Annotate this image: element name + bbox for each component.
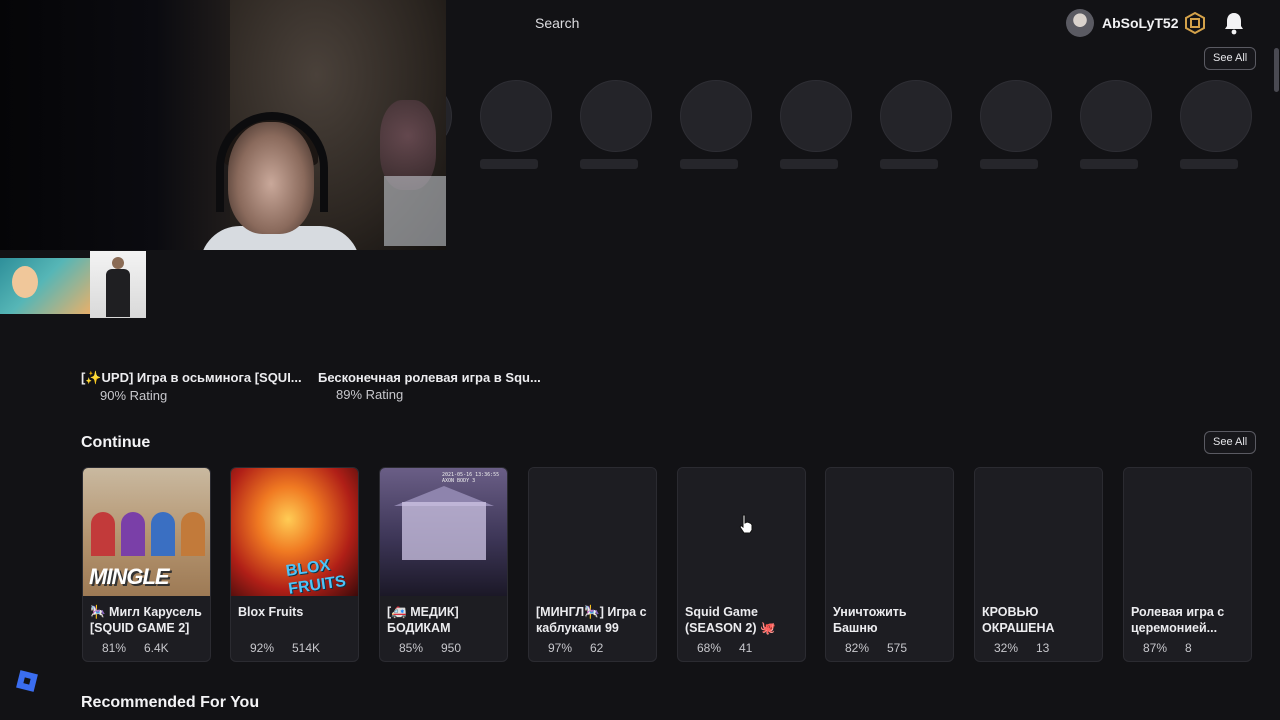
friend-placeholder[interactable] [480, 80, 552, 169]
avatar[interactable] [1066, 9, 1094, 37]
card-rating: 32% [994, 641, 1019, 655]
game-thumbnail [529, 468, 656, 596]
card-rating: 85% [399, 641, 424, 655]
game-rating: 90% Rating [100, 388, 168, 403]
webcam-overlay [0, 0, 446, 250]
continue-game-card[interactable]: BLOX FRUITS Blox Fruits 92% 514K [230, 467, 359, 662]
game-rating: 89% Rating [336, 387, 404, 402]
user-profile[interactable]: AbSoLyT52 [1066, 9, 1179, 37]
card-title: КРОВЬЮ ОКРАШЕНА [982, 605, 1055, 635]
game-thumbnail [975, 468, 1102, 596]
recommended-section-title: Recommended For You [81, 694, 260, 711]
card-players: 8 [1185, 641, 1192, 655]
card-players: 950 [441, 641, 462, 655]
card-players: 6.4K [144, 641, 169, 655]
game-tile[interactable]: Бесконечная ролевая игра в Squ... 89% Ra… [318, 370, 541, 402]
card-players: 514K [292, 641, 321, 655]
thumbnail-text: MINGLE [89, 564, 170, 589]
game-tile[interactable]: [✨UPD] Игра в осьминога [SQUI... 90% Rat… [81, 370, 302, 403]
card-title: Ролевая игра с церемонией... [1131, 605, 1225, 635]
card-rating: 82% [845, 641, 870, 655]
game-thumbnail: BLOX FRUITS [231, 468, 358, 598]
friend-placeholder[interactable] [1080, 80, 1152, 169]
friend-placeholder[interactable] [1180, 80, 1252, 169]
continue-game-card[interactable]: КРОВЬЮ ОКРАШЕНА 32% 13 [974, 467, 1103, 662]
search-label[interactable]: Search [535, 15, 579, 31]
card-title: [МИНГЛ🎠] Игра с каблуками 99 [536, 605, 647, 635]
card-title: [🚑 МЕДИК] БОДИКАМ [387, 605, 459, 635]
continue-game-card[interactable]: MINGLE 🎠 Мигл Карусель [SQUID GAME 2] 81… [82, 467, 211, 662]
man-thumbnail [90, 251, 146, 318]
card-title: Уничтожить Башню [833, 605, 907, 635]
thumbnail-text: 2021-05-16 13:36:55 AXON BODY 3 [442, 472, 500, 484]
card-players: 575 [887, 641, 908, 655]
card-players: 13 [1036, 641, 1050, 655]
continue-section-title: Continue [81, 434, 151, 451]
game-thumbnail: 2021-05-16 13:36:55 AXON BODY 3 [380, 468, 507, 596]
robux-icon[interactable] [1184, 12, 1206, 34]
card-rating: 81% [102, 641, 127, 655]
card-rating: 92% [250, 641, 275, 655]
card-title: 🎠 Мигл Карусель [SQUID GAME 2] [90, 605, 202, 635]
notification-bell-icon[interactable] [1223, 11, 1245, 35]
continue-game-card[interactable]: [МИНГЛ🎠] Игра с каблуками 99 97% 62 [528, 467, 657, 662]
game-thumbnail: MINGLE [83, 468, 210, 596]
game-thumbnail [826, 468, 953, 596]
card-rating: 97% [548, 641, 573, 655]
game-title: Бесконечная ролевая игра в Squ... [318, 370, 541, 385]
game-title: [✨UPD] Игра в осьминога [SQUI... [81, 370, 302, 385]
continue-game-card[interactable]: Уничтожить Башню 82% 575 [825, 467, 954, 662]
friend-placeholder[interactable] [780, 80, 852, 169]
card-rating: 87% [1143, 641, 1168, 655]
friend-placeholder[interactable] [680, 80, 752, 169]
continue-game-card[interactable]: Squid Game (SEASON 2) 🐙 68% 41 [677, 467, 806, 662]
card-title: Squid Game (SEASON 2) 🐙 [685, 605, 776, 635]
card-players: 41 [739, 641, 753, 655]
friend-placeholder[interactable] [980, 80, 1052, 169]
continue-game-card[interactable]: Ролевая игра с церемонией... 87% 8 [1123, 467, 1252, 662]
friend-placeholder[interactable] [580, 80, 652, 169]
hand-cursor-icon [739, 514, 753, 534]
scrollbar-thumb[interactable] [1274, 48, 1279, 92]
username[interactable]: AbSoLyT52 [1102, 15, 1179, 31]
cartoon-thumbnail [0, 258, 90, 314]
card-rating: 68% [697, 641, 722, 655]
card-players: 62 [590, 641, 604, 655]
game-thumbnail [1124, 468, 1251, 596]
continue-see-all-button[interactable]: See All [1204, 431, 1257, 454]
thumbnail-text: BLOX FRUITS [284, 556, 347, 598]
friends-see-all-button[interactable]: See All [1204, 47, 1257, 70]
card-title: Blox Fruits [238, 605, 304, 619]
friend-placeholder[interactable] [880, 80, 952, 169]
roblox-logo-icon[interactable] [16, 670, 38, 692]
continue-game-card[interactable]: 2021-05-16 13:36:55 AXON BODY 3 [🚑 МЕДИК… [379, 467, 508, 662]
